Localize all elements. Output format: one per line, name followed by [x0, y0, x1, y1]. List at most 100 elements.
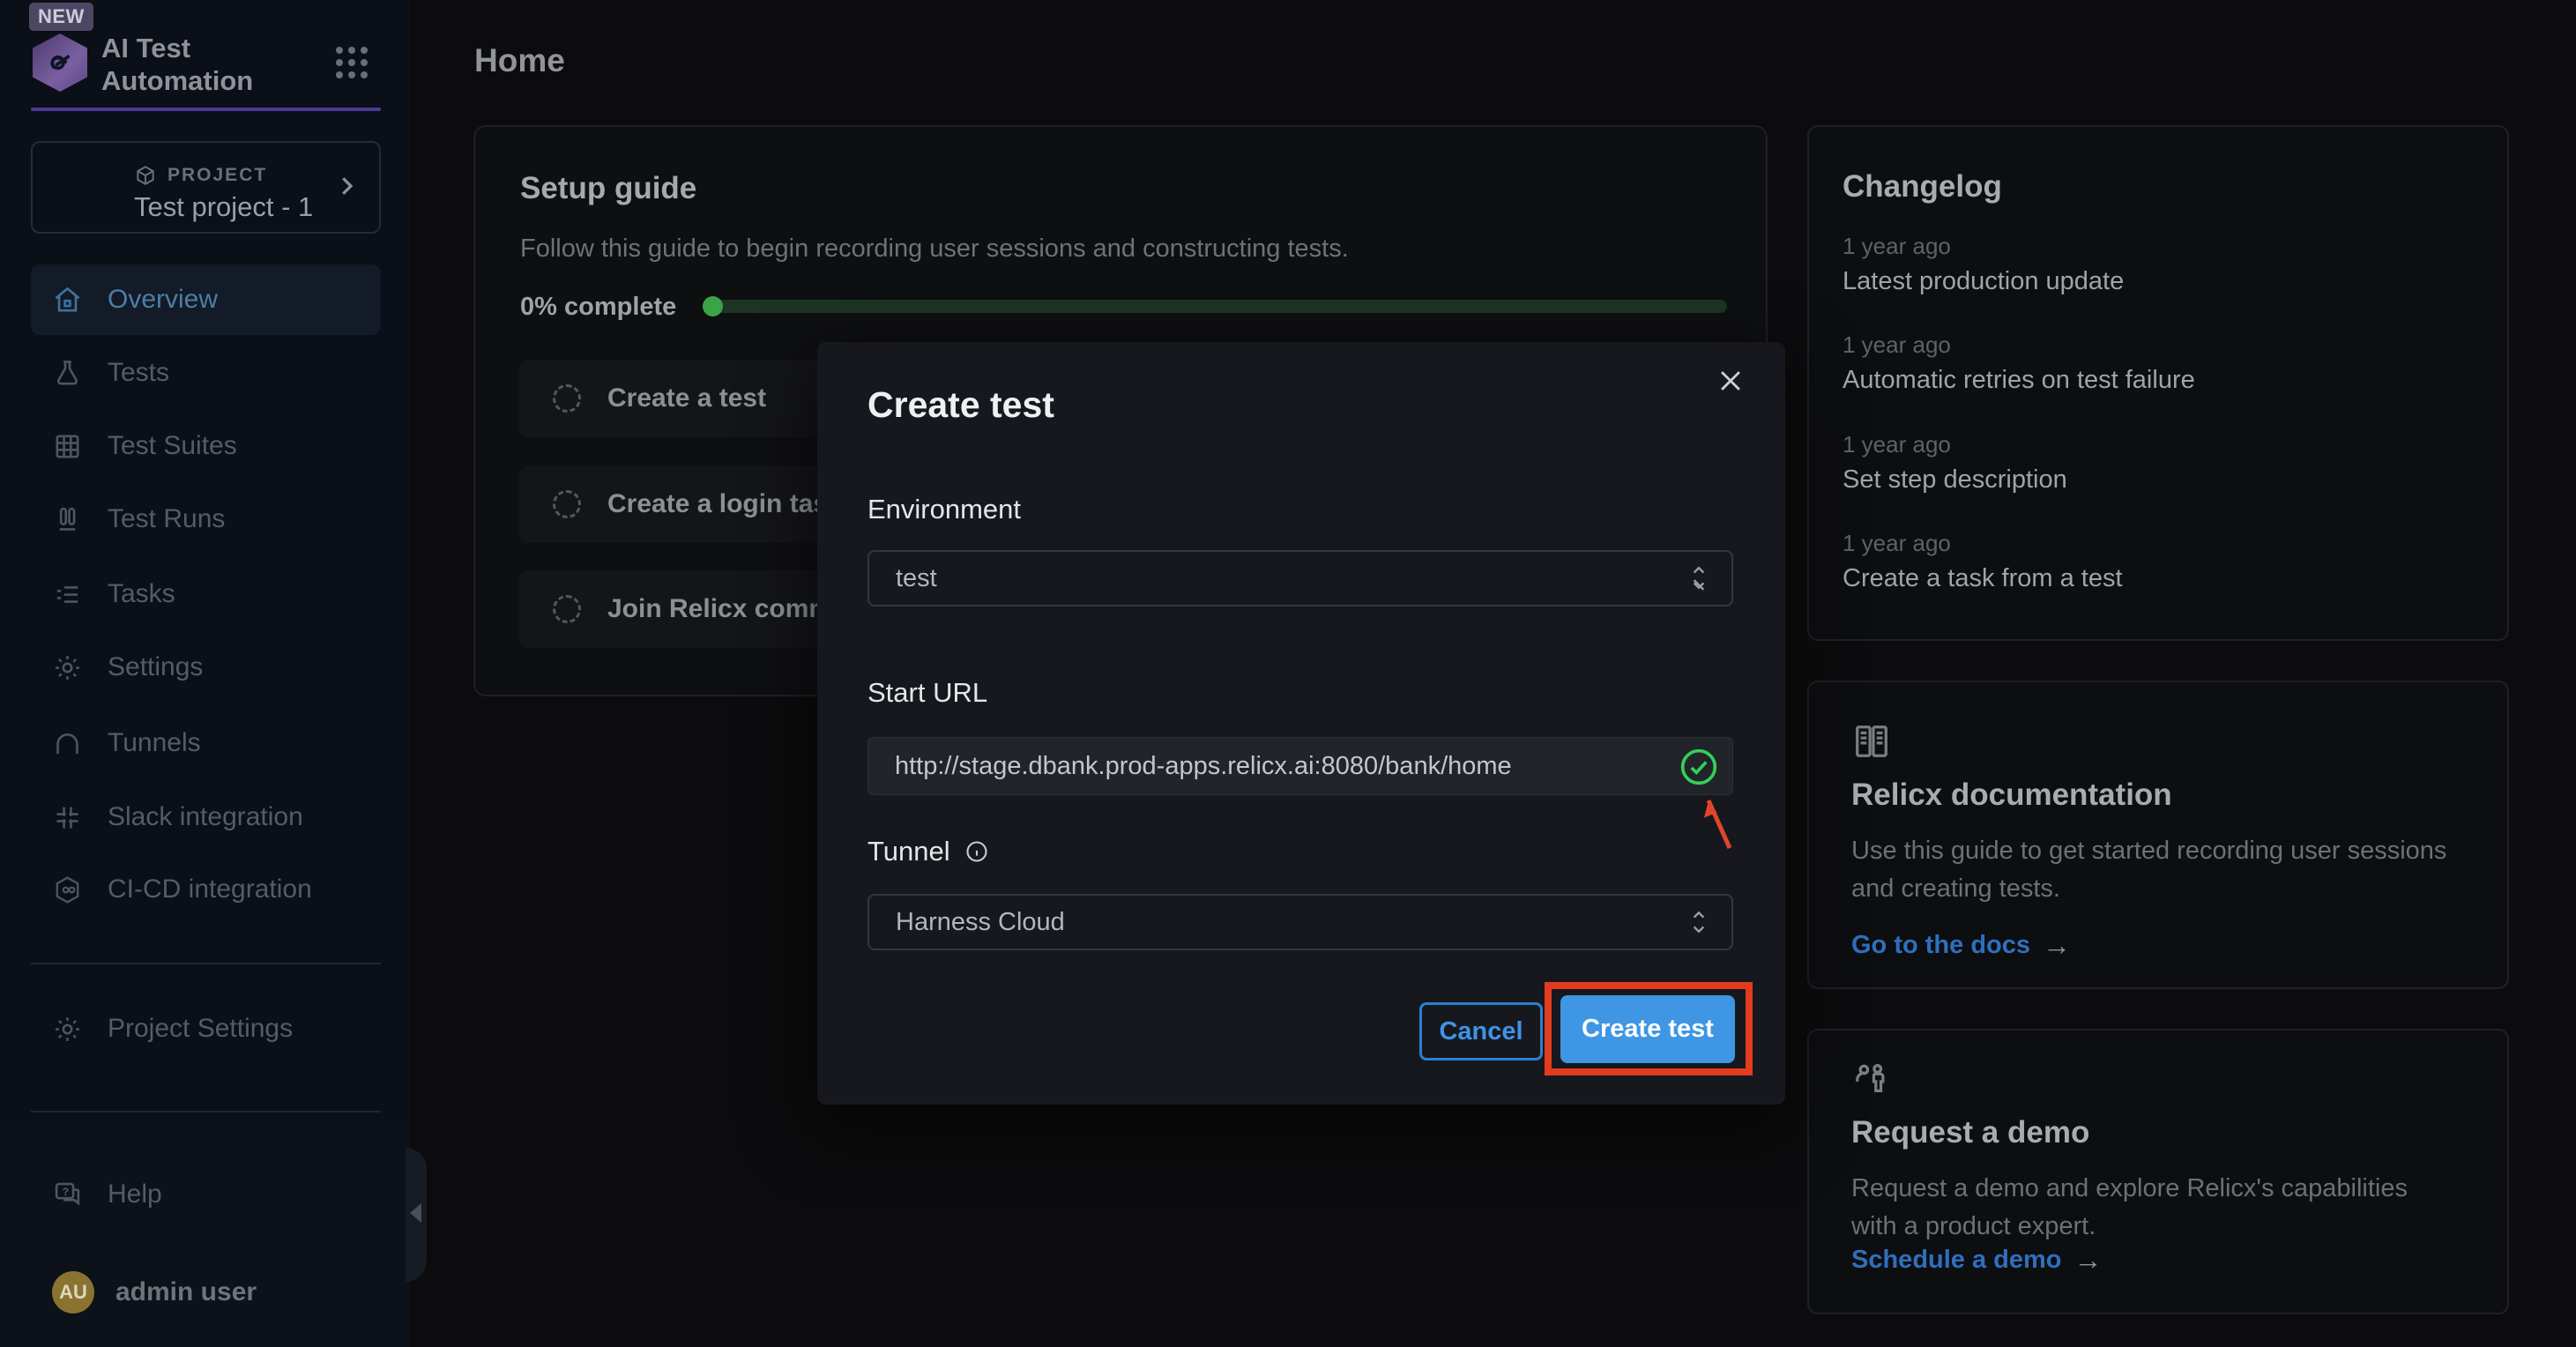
sidebar-item-overview[interactable]: Overview: [31, 264, 381, 335]
modal-title: Create test: [867, 384, 1054, 426]
project-eyebrow-label: PROJECT: [168, 165, 267, 186]
sidebar-item-help[interactable]: ? Help: [31, 1159, 381, 1230]
sidebar-item-tasks[interactable]: Tasks: [31, 559, 381, 629]
close-icon: [1716, 366, 1746, 396]
annotation-arrow: [1686, 776, 1756, 864]
select-caret-icon: [1687, 909, 1710, 935]
changelog-entry[interactable]: 1 year ago Automatic retries on test fai…: [1843, 331, 2195, 395]
sidebar-item-settings[interactable]: Settings: [31, 632, 381, 703]
documentation-description: Use this guide to get started recording …: [1851, 832, 2460, 908]
people-icon: [1851, 1059, 1892, 1099]
app-switcher-icon[interactable]: [336, 47, 368, 78]
help-chat-icon: ?: [52, 1180, 83, 1210]
task-list-icon: [52, 579, 83, 610]
sidebar-item-label: Slack integration: [108, 802, 303, 832]
user-menu[interactable]: AU admin user: [31, 1257, 381, 1328]
tunnel-icon: [52, 728, 83, 759]
sidebar-item-cicd-integration[interactable]: CI-CD integration: [31, 854, 381, 925]
sidebar-item-label: Project Settings: [108, 1014, 293, 1044]
sidebar-divider: [31, 1111, 381, 1113]
setup-guide-title: Setup guide: [520, 171, 696, 206]
start-url-value: http://stage.dbank.prod-apps.relicx.ai:8…: [895, 752, 1512, 781]
step-circle-icon: [553, 384, 581, 413]
page-title: Home: [474, 42, 565, 79]
changelog-card: Changelog 1 year ago Latest production u…: [1807, 125, 2509, 641]
project-selector[interactable]: PROJECT Test project - 1: [31, 141, 381, 234]
docs-book-icon: [1851, 721, 1892, 762]
changelog-entry[interactable]: 1 year ago Create a task from a test: [1843, 530, 2123, 593]
svg-text:?: ?: [63, 1185, 70, 1197]
step-circle-icon: [553, 595, 581, 623]
cube-icon: [134, 164, 157, 187]
changelog-entry-text: Latest production update: [1843, 267, 2124, 296]
demo-description: Request a demo and explore Relicx's capa…: [1851, 1170, 2460, 1246]
changelog-entry-text: Create a task from a test: [1843, 564, 2123, 593]
home-icon: [52, 285, 83, 316]
environment-label: Environment: [867, 494, 1021, 525]
chevron-right-icon: [333, 173, 360, 199]
arrow-right-icon: →: [2074, 1244, 2103, 1276]
changelog-entry-time: 1 year ago: [1843, 431, 2067, 458]
brand-divider: [31, 108, 381, 111]
tunnel-label: Tunnel: [867, 836, 989, 867]
changelog-entry-text: Set step description: [1843, 465, 2067, 495]
documentation-card: Relicx documentation Use this guide to g…: [1807, 681, 2509, 989]
sidebar-item-label: Test Runs: [108, 504, 225, 534]
gear-icon: [52, 652, 83, 683]
step-label: Create a login task: [607, 489, 843, 519]
changelog-entry-time: 1 year ago: [1843, 233, 2124, 260]
tunnel-label-text: Tunnel: [867, 836, 950, 867]
sidebar-item-test-suites[interactable]: Test Suites: [31, 411, 381, 481]
progress-bar: [704, 300, 1727, 313]
tunnel-select[interactable]: Harness Cloud: [867, 894, 1733, 950]
demo-card: Request a demo Request a demo and explor…: [1807, 1029, 2509, 1314]
changelog-entry-time: 1 year ago: [1843, 331, 2195, 359]
project-eyebrow: PROJECT: [134, 164, 267, 187]
setup-guide-description: Follow this guide to begin recording use…: [520, 234, 1349, 264]
sidebar-item-label: Settings: [108, 652, 203, 682]
cicd-hexagon-link-icon: [52, 874, 83, 905]
start-url-label: Start URL: [867, 677, 987, 709]
app-title: AI Test Automation: [101, 32, 304, 97]
table-grid-icon: [52, 431, 83, 462]
sidebar-item-project-settings[interactable]: Project Settings: [31, 994, 381, 1064]
changelog-entry-time: 1 year ago: [1843, 530, 2123, 557]
start-url-input[interactable]: http://stage.dbank.prod-apps.relicx.ai:8…: [867, 737, 1733, 795]
gear-icon: [52, 1014, 83, 1045]
documentation-title: Relicx documentation: [1851, 778, 2172, 813]
progress-thumb: [703, 296, 723, 316]
demo-title: Request a demo: [1851, 1115, 2089, 1150]
sidebar-item-label: Tests: [108, 358, 169, 388]
app-window: NEW AI Test Automation PROJECT Test proj…: [0, 0, 2576, 1347]
sidebar-collapse-handle[interactable]: [406, 1148, 427, 1282]
avatar: AU: [52, 1271, 94, 1314]
sidebar-item-slack-integration[interactable]: Slack integration: [31, 782, 381, 852]
flask-icon: [52, 358, 83, 389]
sidebar-item-label: Overview: [108, 285, 218, 315]
columns-icon: [52, 504, 83, 535]
app-logo-icon: [33, 33, 87, 92]
annotation-highlight-rect: [1545, 982, 1753, 1075]
changelog-entry[interactable]: 1 year ago Latest production update: [1843, 233, 2124, 296]
sidebar-item-label: Help: [108, 1180, 162, 1209]
changelog-entry-text: Automatic retries on test failure: [1843, 366, 2195, 395]
changelog-title: Changelog: [1843, 169, 2002, 205]
changelog-entry[interactable]: 1 year ago Set step description: [1843, 431, 2067, 495]
sidebar-item-tests[interactable]: Tests: [31, 338, 381, 408]
sidebar-item-label: Tasks: [108, 579, 175, 609]
modal-close-button[interactable]: [1711, 361, 1750, 400]
sidebar-item-test-runs[interactable]: Test Runs: [31, 484, 381, 554]
environment-select[interactable]: test: [867, 550, 1733, 607]
user-name: admin user: [115, 1277, 257, 1307]
project-name: Test project - 1: [134, 191, 313, 223]
sidebar-item-tunnels[interactable]: Tunnels: [31, 708, 381, 778]
progress-label: 0% complete: [520, 293, 676, 322]
sidebar-item-label: Test Suites: [108, 431, 237, 461]
go-to-docs-link[interactable]: Go to the docs →: [1851, 929, 2071, 962]
environment-value: test: [896, 564, 937, 593]
sidebar-item-label: Tunnels: [108, 728, 201, 758]
slack-icon: [52, 802, 83, 833]
step-label: Create a test: [607, 383, 766, 413]
schedule-demo-link[interactable]: Schedule a demo →: [1851, 1244, 2103, 1276]
cancel-button[interactable]: Cancel: [1419, 1002, 1543, 1060]
